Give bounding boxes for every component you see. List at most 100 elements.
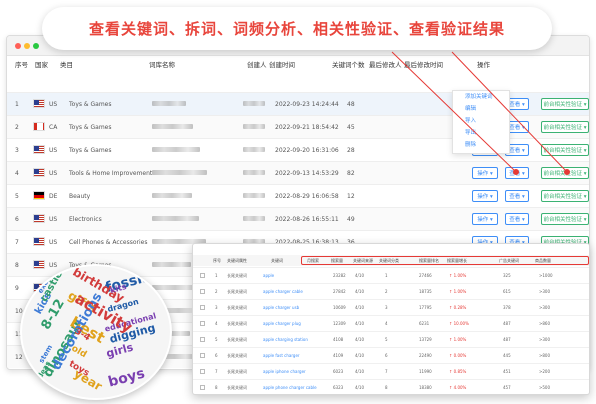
detail-class: 8 xyxy=(385,385,388,390)
detail-header-type: 关键词属性 xyxy=(227,258,247,263)
detail-type: 长尾关键词 xyxy=(227,353,247,358)
row-checkbox[interactable] xyxy=(200,289,205,294)
detail-class: 3 xyxy=(385,305,388,310)
detail-class: 1 xyxy=(385,273,388,278)
detail-table-header: 序号 关键词属性 关键词 月搜索 搜索量 关键词来源 关键词分类 搜索量排名 搜… xyxy=(193,255,589,266)
cloud-word: old xyxy=(69,343,89,361)
detail-header-searchvol: 搜索量 xyxy=(331,258,343,263)
row-checkbox[interactable] xyxy=(200,305,205,310)
detail-searchvol: 4108 xyxy=(333,337,344,342)
row-checkbox[interactable] xyxy=(200,337,205,342)
detail-keyword[interactable]: apple iphone charger xyxy=(263,369,306,374)
detail-growth: ↑ 0.85% xyxy=(449,369,467,374)
detail-class: 5 xyxy=(385,337,388,342)
detail-type: 长尾关键词 xyxy=(227,289,247,294)
detail-keyword[interactable]: apple charger cable xyxy=(263,289,303,294)
detail-searchvol: 6023 xyxy=(333,369,344,374)
detail-rank: 6231 xyxy=(419,321,430,326)
detail-products: >500 xyxy=(539,385,550,390)
keyword-word-cloud: excavator gifts educational dinosaur toys fos… xyxy=(20,264,172,400)
detail-row[interactable]: 2 长尾关键词 apple charger cable 27842 4/10 2 18735… xyxy=(193,283,589,298)
detail-products: >1000 xyxy=(539,273,553,278)
row-checkbox[interactable] xyxy=(200,353,205,358)
detail-keyword[interactable]: apple charger usb xyxy=(263,305,299,310)
row-checkbox[interactable] xyxy=(200,369,205,374)
detail-row[interactable]: 1 长尾关键词 apple 23282 4/10 1 27466 ↑ 1.00% 325 >100… xyxy=(193,267,589,282)
detail-header-growth: 搜索量增长 xyxy=(447,258,467,263)
detail-row[interactable]: 5 长尾关键词 apple charging station 4108 4/10 5 137… xyxy=(193,331,589,346)
detail-growth: ↑ 1.00% xyxy=(449,289,467,294)
detail-rank: 27466 xyxy=(419,273,432,278)
detail-header-source: 关键词来源 xyxy=(353,258,373,263)
detail-row[interactable]: 3 长尾关键词 apple charger usb 10609 4/10 3 17795 ↑ … xyxy=(193,299,589,314)
detail-class: 2 xyxy=(385,289,388,294)
detail-index: 2 xyxy=(215,289,218,294)
detail-growth: ↑ 0.28% xyxy=(449,305,467,310)
detail-index: 4 xyxy=(215,321,218,326)
detail-ads: 487 xyxy=(503,321,511,326)
detail-keyword[interactable]: apple charger plug xyxy=(263,321,301,326)
detail-searchvol: 6323 xyxy=(333,385,344,390)
detail-products: >800 xyxy=(539,353,550,358)
detail-rank: 13729 xyxy=(419,337,432,342)
detail-source: 4/10 xyxy=(355,337,364,342)
detail-source: 4/10 xyxy=(355,385,364,390)
detail-keyword[interactable]: apple xyxy=(263,273,274,278)
detail-index: 8 xyxy=(215,385,218,390)
keyword-detail-panel: 序号 关键词属性 关键词 月搜索 搜索量 关键词来源 关键词分类 搜索量排名 搜… xyxy=(192,243,590,395)
detail-growth: ↑ 4.00% xyxy=(449,385,467,390)
detail-rank: 18380 xyxy=(419,385,432,390)
detail-searchvol: 4109 xyxy=(333,353,344,358)
detail-header-ads: 广告关键词 xyxy=(499,258,519,263)
detail-searchvol: 10609 xyxy=(333,305,346,310)
detail-rank: 11990 xyxy=(419,369,432,374)
detail-index: 7 xyxy=(215,369,218,374)
detail-type: 长尾关键词 xyxy=(227,273,247,278)
detail-index: 1 xyxy=(215,273,218,278)
detail-growth: ↑ 1.00% xyxy=(449,273,467,278)
detail-header-monthly: 月搜索 xyxy=(307,258,319,263)
row-checkbox[interactable] xyxy=(200,385,205,390)
detail-row[interactable]: 6 长尾关键词 apple fast charger 4109 4/10 6 22490 ↑ … xyxy=(193,347,589,362)
detail-ads: 451 xyxy=(503,369,511,374)
detail-products: >300 xyxy=(539,289,550,294)
detail-ads: 615 xyxy=(503,289,511,294)
detail-type: 长尾关键词 xyxy=(227,369,247,374)
callout-line-validate xyxy=(451,51,568,173)
detail-ads: 487 xyxy=(503,337,511,342)
detail-growth: ↑ 0.00% xyxy=(449,353,467,358)
detail-keyword[interactable]: apple charging station xyxy=(263,337,308,342)
detail-type: 长尾关键词 xyxy=(227,321,247,326)
detail-row[interactable]: 8 长尾关键词 apple phone charger cable 6323 4/10 8… xyxy=(193,379,589,394)
detail-row[interactable]: 4 长尾关键词 apple charger plug 12309 4/10 4 6231 ↑ … xyxy=(193,315,589,330)
detail-header-products: 商品数量 xyxy=(535,258,551,263)
detail-source: 4/10 xyxy=(355,273,364,278)
detail-searchvol: 12309 xyxy=(333,321,346,326)
detail-row[interactable]: 7 长尾关键词 apple iphone charger 6023 4/10 7 11990… xyxy=(193,363,589,378)
detail-class: 6 xyxy=(385,353,388,358)
detail-source: 4/10 xyxy=(355,369,364,374)
detail-index: 5 xyxy=(215,337,218,342)
detail-ads: 445 xyxy=(503,353,511,358)
detail-products: >860 xyxy=(539,321,550,326)
detail-class: 4 xyxy=(385,321,388,326)
detail-growth: ↑ 1.00% xyxy=(449,337,467,342)
detail-header-keyword: 关键词 xyxy=(271,258,283,263)
detail-keyword[interactable]: apple phone charger cable xyxy=(263,385,317,390)
detail-rank: 18735 xyxy=(419,289,432,294)
detail-header-index: 序号 xyxy=(213,258,221,263)
detail-ads: 378 xyxy=(503,305,511,310)
detail-products: >200 xyxy=(539,369,550,374)
detail-type: 长尾关键词 xyxy=(227,337,247,342)
detail-growth: ↑ 10.00% xyxy=(449,321,469,326)
detail-source: 4/10 xyxy=(355,289,364,294)
detail-ads: 457 xyxy=(503,385,511,390)
detail-searchvol: 23282 xyxy=(333,273,346,278)
detail-index: 3 xyxy=(215,305,218,310)
row-checkbox[interactable] xyxy=(200,273,205,278)
detail-rank: 17795 xyxy=(419,305,432,310)
detail-source: 4/10 xyxy=(355,321,364,326)
detail-searchvol: 27842 xyxy=(333,289,346,294)
detail-keyword[interactable]: apple fast charger xyxy=(263,353,300,358)
row-checkbox[interactable] xyxy=(200,321,205,326)
